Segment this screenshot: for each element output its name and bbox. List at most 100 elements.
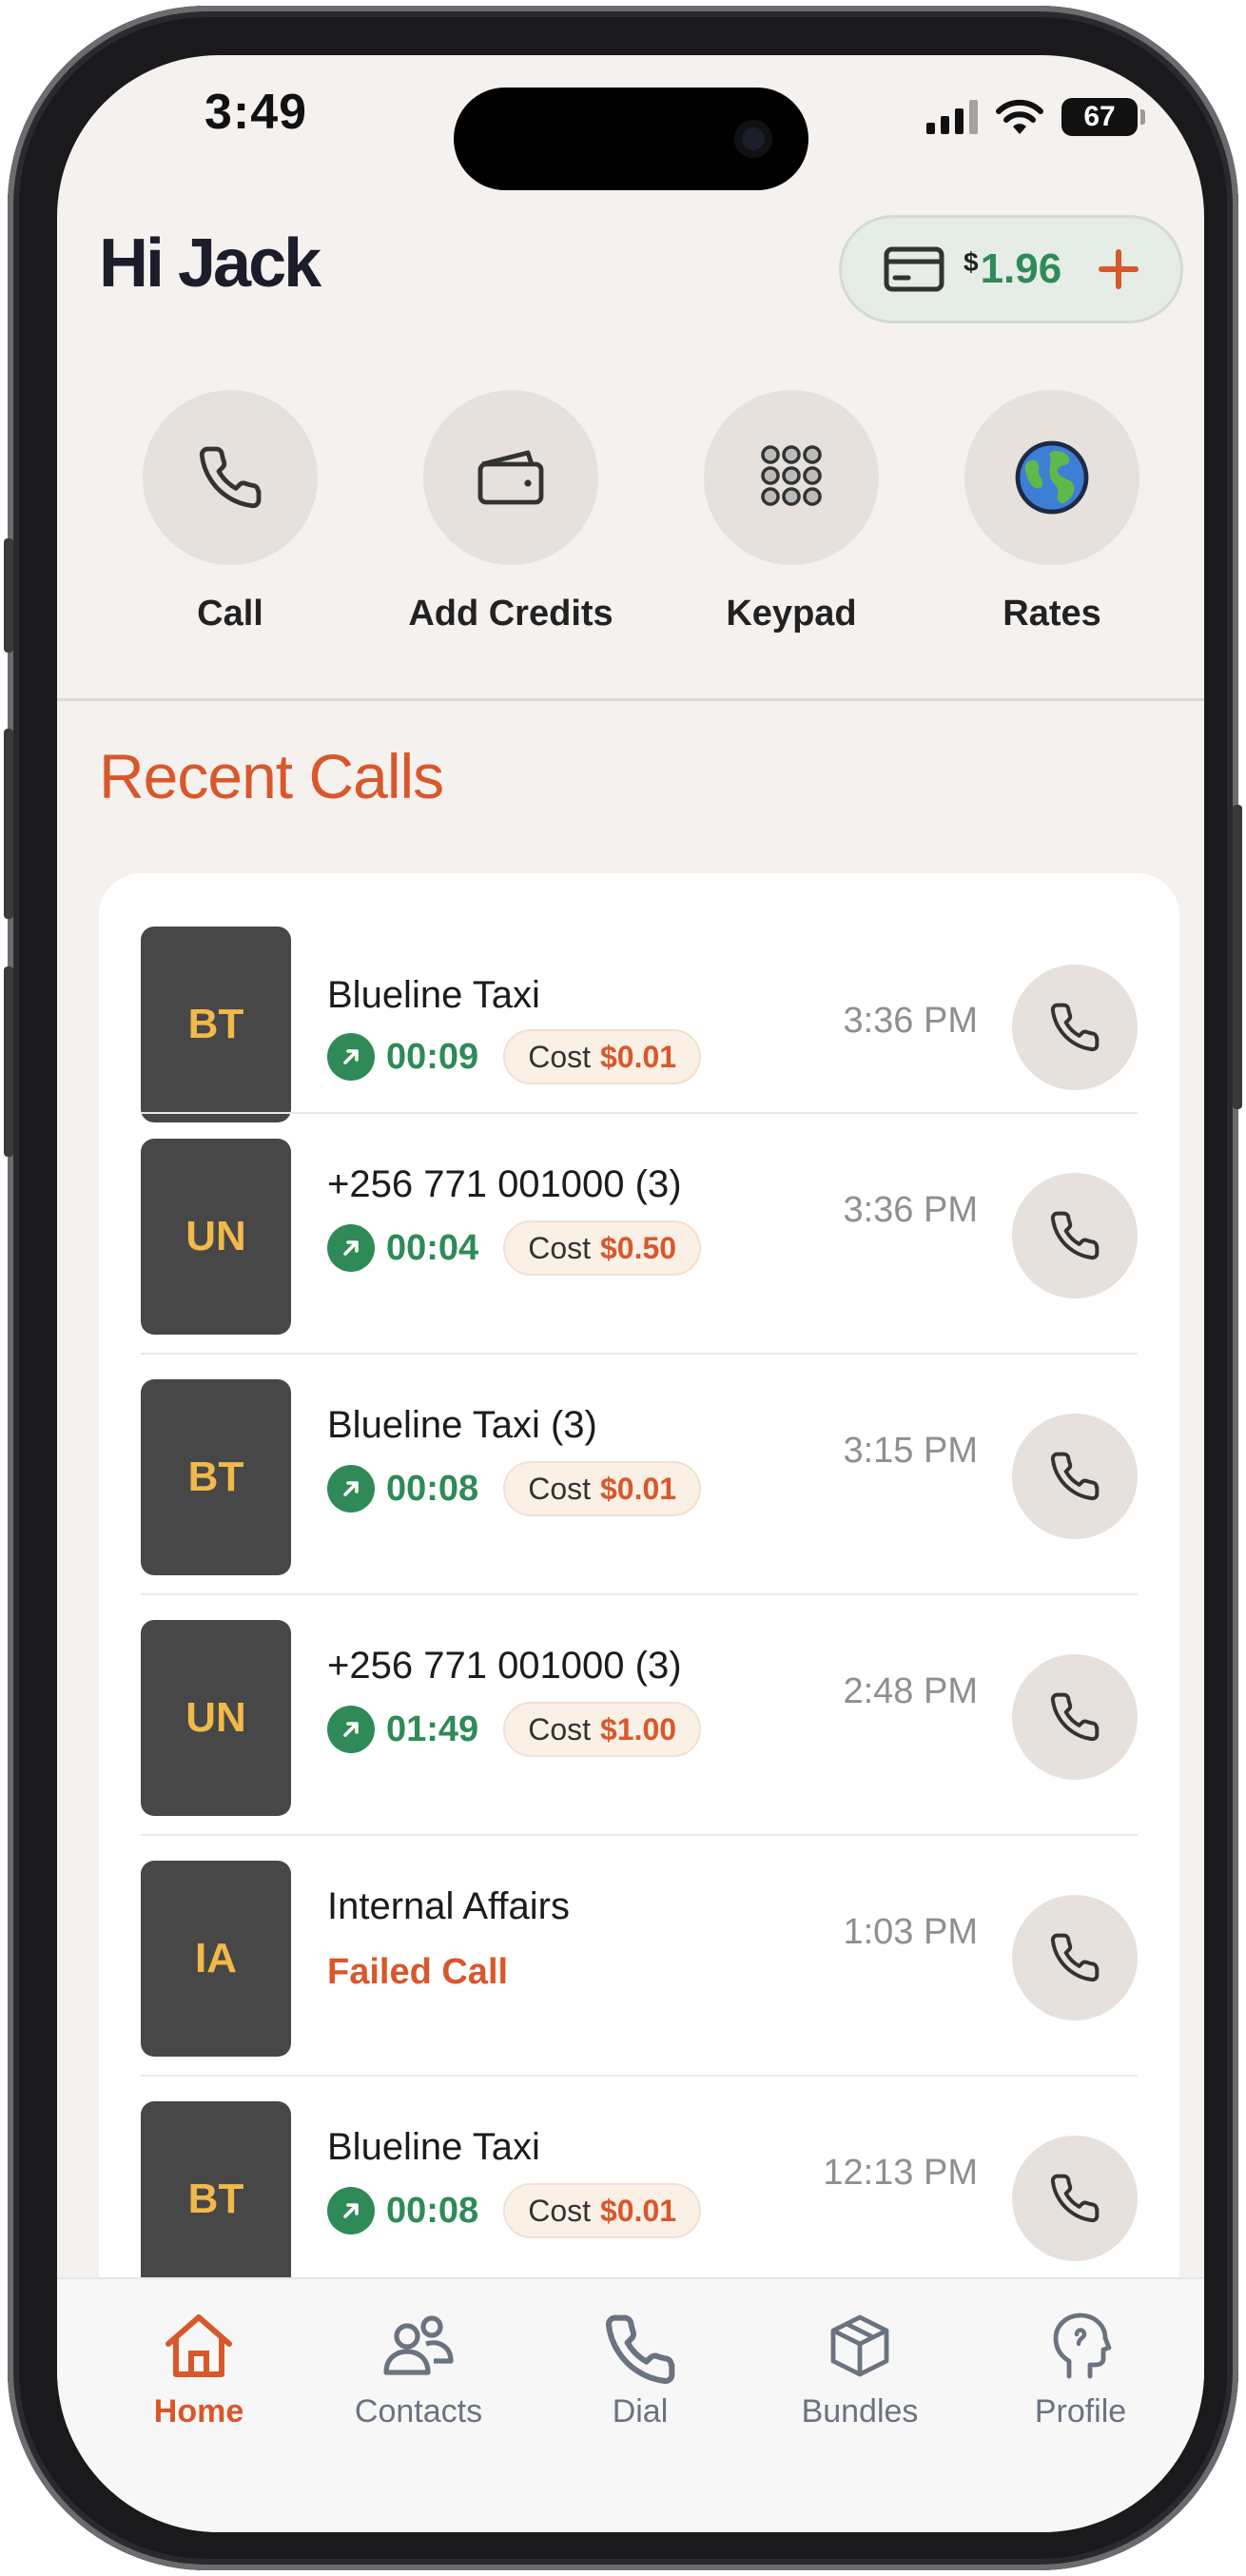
call-row[interactable]: IA Internal Affairs Failed Call 1:03 PM	[99, 1836, 1179, 2077]
card-icon	[884, 246, 944, 292]
call-duration: 00:08	[327, 2187, 478, 2234]
contact-avatar: BT	[141, 1379, 291, 1575]
tab-dial[interactable]: Dial	[535, 2312, 745, 2430]
call-back-button[interactable]	[1012, 1414, 1138, 1539]
tab-bundles-label: Bundles	[801, 2393, 919, 2430]
call-back-button[interactable]	[1012, 1654, 1138, 1780]
phone-icon	[199, 446, 262, 509]
call-back-button[interactable]	[1012, 2136, 1138, 2261]
cost-value: $0.50	[600, 1230, 677, 1265]
call-row[interactable]: BT Blueline Taxi (3) 00:08 Cost $0.01 3:…	[99, 1355, 1179, 1595]
keypad-action-circle	[704, 390, 879, 565]
failed-call-text: Failed Call	[327, 1952, 509, 1992]
outgoing-arrow-icon	[327, 1224, 375, 1272]
cost-label: Cost	[528, 1471, 591, 1506]
tab-contacts[interactable]: Contacts	[314, 2312, 523, 2430]
cost-badge: Cost $0.01	[503, 1461, 702, 1516]
keypad-action-button[interactable]: Keypad	[668, 390, 915, 634]
cost-badge: Cost $0.50	[503, 1220, 702, 1276]
battery-icon: 67	[1061, 98, 1145, 136]
call-back-button[interactable]	[1012, 1895, 1138, 2020]
power-button	[1233, 805, 1242, 1109]
cost-value: $0.01	[600, 2193, 677, 2228]
call-back-button[interactable]	[1012, 1173, 1138, 1298]
rates-action-circle	[964, 390, 1139, 565]
volume-down-button	[4, 966, 13, 1157]
call-row[interactable]: UN +256 771 001000 (3) 01:49 Cost $1.00 …	[99, 1595, 1179, 1836]
quick-actions: Call Add Credits Keypad Rates	[57, 390, 1204, 675]
call-duration-text: 00:08	[386, 1468, 479, 1509]
contact-avatar: UN	[141, 1620, 291, 1816]
phone-icon	[1050, 1692, 1100, 1742]
volume-up-button	[4, 729, 13, 919]
call-time: 3:36 PM	[843, 1001, 978, 1041]
greeting-title: Hi Jack	[99, 225, 321, 302]
call-back-button[interactable]	[1012, 965, 1138, 1090]
call-row[interactable]: BT Blueline Taxi 00:09 Cost $0.01 3:36 P…	[99, 873, 1179, 1122]
home-icon	[165, 2314, 232, 2377]
add-balance-icon[interactable]	[1098, 248, 1139, 290]
phone-icon	[1050, 1933, 1100, 1982]
tab-home-label: Home	[153, 2393, 244, 2430]
call-meta: 00:08 Cost $0.01	[327, 1461, 702, 1516]
call-meta: 00:08 Cost $0.01	[327, 2183, 702, 2238]
recent-calls-list: BT Blueline Taxi 00:09 Cost $0.01 3:36 P…	[99, 873, 1179, 2395]
call-meta: 01:49 Cost $1.00	[327, 1702, 702, 1757]
rates-action-button[interactable]: Rates	[928, 390, 1176, 634]
cost-label: Cost	[528, 2193, 591, 2228]
status-bar: 3:49 67	[57, 55, 1204, 217]
call-meta: 00:09 Cost $0.01	[327, 1029, 702, 1084]
contact-name: +256 771 001000 (3)	[327, 1645, 682, 1687]
balance-amount: $ 1.96	[964, 245, 1061, 293]
add-credits-action-button[interactable]: Add Credits	[387, 390, 634, 634]
phone-icon	[1050, 1452, 1100, 1501]
call-meta: Failed Call	[327, 1952, 508, 1993]
wallet-icon	[477, 450, 544, 505]
phone-icon	[1050, 1003, 1100, 1052]
balance-currency: $	[964, 247, 979, 277]
phone-icon	[1050, 1211, 1100, 1260]
phone-frame: 3:49 67 Hi Jack $ 1.96 Call Add Credits …	[4, 6, 1242, 2570]
wifi-icon	[996, 99, 1043, 134]
signal-icon	[926, 100, 978, 134]
call-time: 2:48 PM	[843, 1671, 978, 1711]
contact-avatar: BT	[141, 2101, 291, 2297]
call-action-circle	[143, 390, 318, 565]
call-row[interactable]: UN +256 771 001000 (3) 00:04 Cost $0.50 …	[99, 1114, 1179, 1355]
bottom-tab-bar: Home Contacts Dial Bundles Profile	[57, 2277, 1204, 2532]
cost-badge: Cost $0.01	[503, 2183, 702, 2238]
outgoing-arrow-icon	[327, 1706, 375, 1753]
cost-badge: Cost $1.00	[503, 1702, 702, 1757]
cost-label: Cost	[528, 1711, 591, 1747]
call-time: 3:36 PM	[843, 1190, 978, 1230]
bundles-icon	[830, 2314, 889, 2377]
tab-home[interactable]: Home	[94, 2312, 303, 2430]
call-action-label: Call	[197, 594, 263, 634]
dynamic-island	[454, 88, 808, 190]
contact-name: Blueline Taxi (3)	[327, 1404, 597, 1446]
tab-profile[interactable]: Profile	[976, 2312, 1185, 2430]
call-duration-text: 00:09	[386, 1036, 479, 1077]
balance-pill[interactable]: $ 1.96	[839, 215, 1183, 323]
tab-bundles[interactable]: Bundles	[755, 2312, 964, 2430]
rates-action-label: Rates	[1003, 594, 1101, 634]
balance-value: 1.96	[980, 245, 1062, 292]
call-duration-text: 01:49	[386, 1708, 479, 1749]
add-credits-action-circle	[423, 390, 598, 565]
contact-name: Blueline Taxi	[327, 974, 540, 1016]
call-meta: 00:04 Cost $0.50	[327, 1220, 702, 1276]
tab-dial-label: Dial	[612, 2393, 669, 2430]
contact-avatar: UN	[141, 1139, 291, 1335]
call-time: 3:15 PM	[843, 1431, 978, 1471]
cost-label: Cost	[528, 1039, 591, 1074]
contact-avatar: IA	[141, 1861, 291, 2057]
keypad-icon	[761, 445, 822, 506]
outgoing-arrow-icon	[327, 1033, 375, 1081]
call-duration-text: 00:08	[386, 2190, 479, 2231]
contact-avatar: BT	[141, 927, 291, 1122]
outgoing-arrow-icon	[327, 1465, 375, 1512]
call-action-button[interactable]: Call	[107, 390, 354, 634]
contacts-icon	[383, 2315, 454, 2375]
dial-icon	[606, 2314, 675, 2384]
tab-contacts-label: Contacts	[354, 2393, 483, 2430]
